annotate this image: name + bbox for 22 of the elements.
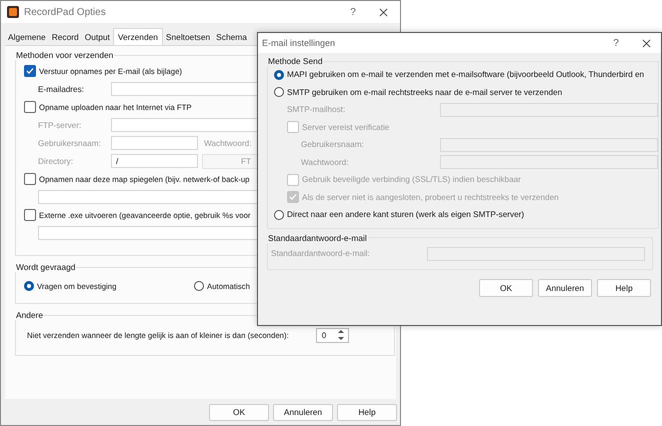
checkbox-label: Als de server niet is aangesloten, probeert u rechtstreeks te verzenden	[302, 192, 559, 202]
group-title: Andere	[15, 310, 44, 320]
field-label: Gebruikersnaam:	[301, 140, 365, 150]
radio-label: MAPI gebruiken om e-mail te verzenden met e-mailsoftware (bijvoorbeeld Outlook, Thunderbird en	[287, 70, 644, 80]
field-label: E-mailadres:	[38, 84, 85, 94]
field-label: SMTP-mailhost:	[287, 105, 346, 114]
field-label: FTP-server:	[38, 120, 82, 130]
radio-label: Direct naar een andere kant sturen (werk als eigen SMTP-server)	[287, 210, 524, 220]
field-label: Wachtwoord:	[204, 138, 252, 148]
group-title: Methode Send	[267, 56, 324, 66]
window-title: RecordPad Opties	[24, 6, 106, 18]
field-label: Directory:	[38, 156, 74, 166]
field-label: Gebruikersnaam:	[38, 138, 102, 148]
group-title: Methoden voor verzenden	[15, 50, 114, 60]
field-label: Wachtwoord:	[301, 158, 350, 167]
group-title: Wordt gevraagd	[15, 262, 76, 272]
group-title: Standaardantwoord-e-mail	[267, 232, 368, 242]
checkbox-label: Gebruik beveiligde verbinding (SSL/TLS) indien beschikbaar	[302, 175, 521, 184]
checkbox-label: Server vereist verificatie	[302, 122, 390, 132]
field-label: Standaardantwoord-e-mail:	[271, 249, 371, 258]
radio-label: SMTP gebruiken om e-mail rechtstreeks naar de e-mail server te verzenden	[287, 88, 562, 97]
dialog-title: E-mail instellingen	[262, 38, 336, 48]
